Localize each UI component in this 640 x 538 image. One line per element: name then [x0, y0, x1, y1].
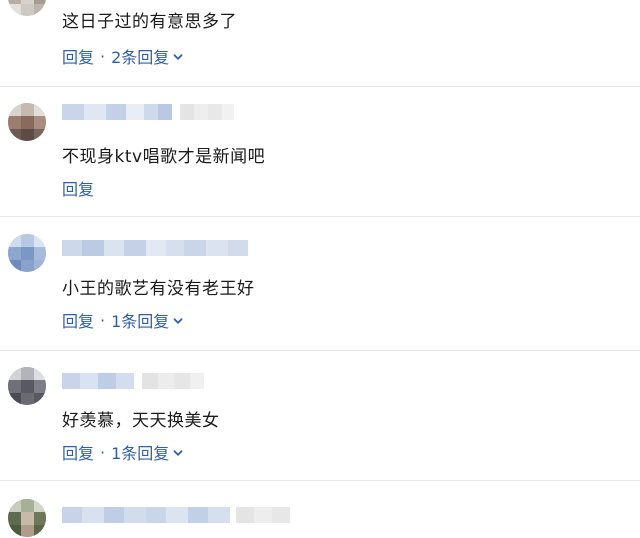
chevron-down-icon: [173, 54, 183, 60]
avatar[interactable]: [8, 234, 46, 272]
separator-dot: ·: [100, 46, 106, 66]
reply-button[interactable]: 回复: [62, 440, 94, 464]
avatar[interactable]: [8, 367, 46, 405]
avatar[interactable]: [8, 0, 46, 16]
chevron-down-icon: [173, 450, 183, 456]
separator-dot: ·: [100, 442, 106, 462]
username-blurred[interactable]: [62, 240, 252, 256]
comment-item: 好羡慕，天天换美女 回复 · 1条回复: [0, 351, 640, 480]
username-blurred[interactable]: [62, 507, 290, 523]
comment-actions: 回复 · 1条回复: [62, 308, 183, 332]
separator-dot: ·: [100, 310, 106, 330]
comment-text: 不现身ktv唱歌才是新闻吧: [62, 147, 266, 167]
comment-text: 小王的歌艺有没有老王好: [62, 279, 255, 299]
replies-count: 1条回复: [111, 312, 170, 331]
comment-actions: 回复 · 2条回复: [62, 44, 183, 68]
comment-actions: 回复 · 1条回复: [62, 440, 183, 464]
view-replies-button[interactable]: 1条回复: [111, 308, 183, 332]
comment-text: 好羡慕，天天换美女: [62, 411, 220, 431]
comment-actions: 回复: [62, 176, 94, 200]
view-replies-button[interactable]: 2条回复: [111, 44, 183, 68]
comment-item: 小王的歌艺有没有老王好 回复 · 1条回复: [0, 217, 640, 350]
avatar[interactable]: [8, 499, 46, 537]
avatar[interactable]: [8, 103, 46, 141]
view-replies-button[interactable]: 1条回复: [111, 440, 183, 464]
comment-item: 不现身ktv唱歌才是新闻吧 回复: [0, 87, 640, 216]
comment-item: 这日子过的有意思多了 回复 · 2条回复: [0, 0, 640, 86]
comment-item: [0, 481, 640, 538]
chevron-down-icon: [173, 318, 183, 324]
comment-text: 这日子过的有意思多了: [62, 12, 237, 32]
reply-button[interactable]: 回复: [62, 176, 94, 200]
comment-list: 这日子过的有意思多了 回复 · 2条回复 不现身ktv唱歌才是新闻吧 回复 小王…: [0, 0, 640, 538]
replies-count: 2条回复: [111, 48, 170, 67]
username-blurred[interactable]: [62, 104, 234, 120]
username-blurred[interactable]: [62, 373, 204, 389]
replies-count: 1条回复: [111, 444, 170, 463]
reply-button[interactable]: 回复: [62, 308, 94, 332]
reply-button[interactable]: 回复: [62, 44, 94, 68]
